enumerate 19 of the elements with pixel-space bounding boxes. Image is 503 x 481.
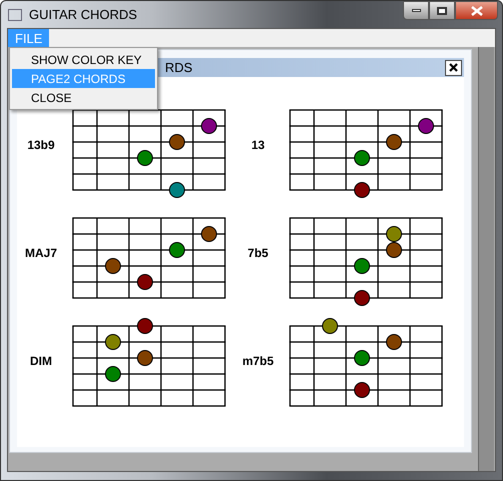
menu-option[interactable]: SHOW COLOR KEY [12,50,155,69]
chord-name: DIM [29,353,53,370]
close-button[interactable] [455,1,498,20]
chord-name: MAJ7 [24,245,58,262]
chord-name: m7b5 [241,353,275,370]
maximize-button[interactable] [429,1,455,20]
minimize-button[interactable] [403,1,429,20]
child-window-title: RDS [165,58,192,77]
menu-option[interactable]: CLOSE [12,88,155,107]
app-icon [8,8,22,20]
chord-name: 13 [250,137,266,154]
child-close-button[interactable] [445,60,462,76]
close-icon [470,6,482,16]
window-title: GUITAR CHORDS [29,6,138,24]
chord-name: 13b9 [26,137,56,154]
chord-name: 7b5 [246,245,270,262]
minimize-icon [412,9,420,12]
maximize-icon [437,6,447,14]
close-icon [449,63,458,72]
